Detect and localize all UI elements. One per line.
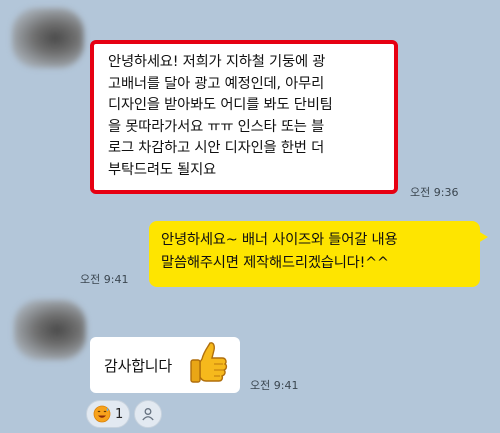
reaction-bar: 1 bbox=[86, 400, 163, 428]
message-text: 안녕하세요~ 배너 사이즈와 들어갈 내용 말씀해주시면 제작해드리겠습니다!^… bbox=[161, 232, 398, 271]
message-timestamp: 오전 9:41 bbox=[80, 273, 129, 286]
reaction-chip[interactable]: 1 bbox=[86, 400, 131, 428]
thumbs-up-emoticon-icon bbox=[190, 342, 228, 383]
message-text: 안녕하세요! 저희가 지하철 기둥에 광 고배너를 달아 광고 예정인데, 아무… bbox=[108, 54, 333, 178]
message-timestamp: 오전 9:36 bbox=[410, 186, 459, 199]
add-reaction-button[interactable] bbox=[134, 400, 163, 428]
message-bubble-received-1[interactable]: 안녕하세요! 저희가 지하철 기둥에 광 고배너를 달아 광고 예정인데, 아무… bbox=[90, 40, 398, 194]
grinning-sweat-emoji-icon bbox=[93, 405, 111, 423]
reaction-count: 1 bbox=[115, 406, 124, 422]
sender-avatar[interactable] bbox=[14, 300, 86, 360]
person-add-icon bbox=[142, 408, 154, 421]
message-text: 감사합니다 bbox=[104, 356, 173, 375]
message-bubble-sent[interactable]: 안녕하세요~ 배너 사이즈와 들어갈 내용 말씀해주시면 제작해드리겠습니다!^… bbox=[149, 221, 488, 287]
sender-avatar[interactable] bbox=[12, 8, 84, 68]
message-timestamp: 오전 9:41 bbox=[250, 379, 299, 392]
